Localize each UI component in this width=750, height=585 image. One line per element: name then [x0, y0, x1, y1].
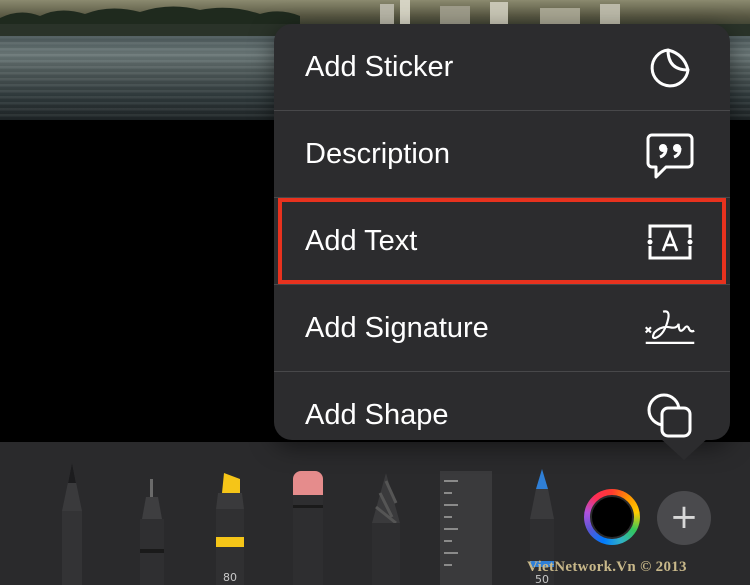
menu-item-label: Add Text — [305, 225, 418, 257]
shapes-icon — [647, 393, 692, 438]
signature-icon — [644, 310, 695, 344]
menu-item-label: Add Signature — [305, 312, 489, 344]
pen-icon[interactable] — [52, 459, 92, 585]
add-markup-menu: Add Sticker Description Add Text Add Sig… — [274, 24, 730, 440]
text-box-icon — [646, 224, 694, 260]
menu-pointer — [660, 438, 708, 460]
menu-item-description[interactable]: Description — [274, 111, 730, 197]
eraser-icon[interactable] — [288, 471, 328, 585]
menu-item-add-signature[interactable]: Add Signature — [274, 285, 730, 371]
menu-item-add-text[interactable]: Add Text — [274, 198, 730, 284]
sticker-icon — [650, 48, 690, 88]
menu-item-label: Description — [305, 138, 451, 170]
fineliner-icon[interactable] — [132, 479, 172, 585]
watermark: VietNetwork.Vn © 2013 — [527, 559, 687, 575]
speech-bubble-quote-icon — [646, 133, 694, 179]
menu-item-label: Add Shape — [305, 399, 449, 431]
color-wheel-icon[interactable] — [584, 489, 640, 545]
highlighter-icon[interactable]: 80 — [208, 469, 252, 585]
highlighter-size-label: 80 — [223, 571, 237, 584]
ruler-icon[interactable] — [440, 471, 492, 585]
menu-item-add-sticker[interactable]: Add Sticker — [274, 24, 730, 110]
menu-item-label: Add Sticker — [305, 51, 454, 83]
pencil-icon[interactable] — [366, 473, 406, 585]
add-markup-button[interactable]: + — [657, 491, 711, 545]
